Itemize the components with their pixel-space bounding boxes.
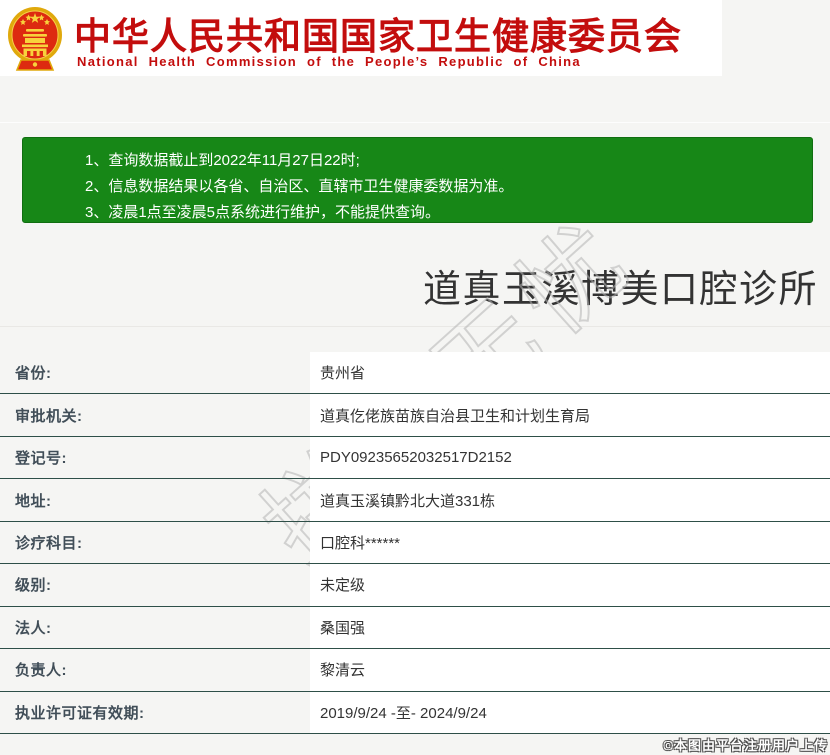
health-commission-query-page: 中华人民共和国国家卫生健康委员会 National Health Commiss… xyxy=(0,0,830,755)
license-details-table: 省份: 贵州省 审批机关: 道真仡佬族苗族自治县卫生和计划生育局 登记号: PD… xyxy=(0,352,830,734)
row-value: 桑国强 xyxy=(310,606,830,649)
table-row-level: 级别: 未定级 xyxy=(0,564,830,607)
row-label: 审批机关: xyxy=(15,407,83,425)
row-label: 级别: xyxy=(15,577,52,595)
row-value: 未定级 xyxy=(310,564,830,606)
table-row-registration-number: 登记号: PDY09235652032517D2152 xyxy=(0,436,830,480)
header-divider xyxy=(0,122,830,123)
notice-line-3: 3、凌晨1点至凌晨5点系统进行维护，不能提供查询。 xyxy=(85,204,441,221)
row-value: 黎清云 xyxy=(310,649,830,691)
table-row-license-validity: 执业许可证有效期: 2019/9/24 -至- 2024/9/24 xyxy=(0,691,830,734)
row-label: 负责人: xyxy=(15,662,67,680)
row-value: PDY09235652032517D2152 xyxy=(310,436,830,479)
table-row-address: 地址: 道真玉溪镇黔北大道331栋 xyxy=(0,479,830,522)
org-name-title: 道真玉溪博美口腔诊所 xyxy=(422,269,818,311)
photo-credit-watermark: ©本图由平台注册用户上传 xyxy=(663,738,828,753)
row-label: 执业许可证有效期: xyxy=(15,704,145,722)
table-row-medical-subjects: 诊疗科目: 口腔科****** xyxy=(0,521,830,565)
row-value: 道真玉溪镇黔北大道331栋 xyxy=(310,479,830,521)
commission-title-en: National Health Commission of the People… xyxy=(77,54,581,69)
row-label: 地址: xyxy=(15,492,52,510)
table-row-approval-authority: 审批机关: 道真仡佬族苗族自治县卫生和计划生育局 xyxy=(0,394,830,437)
row-value: 道真仡佬族苗族自治县卫生和计划生育局 xyxy=(310,394,830,436)
section-divider xyxy=(0,326,830,327)
notice-line-2: 2、信息数据结果以各省、自治区、直辖市卫生健康委数据为准。 xyxy=(85,178,514,195)
header-logo-banner: 中华人民共和国国家卫生健康委员会 National Health Commiss… xyxy=(0,0,722,76)
commission-title-cn: 中华人民共和国国家卫生健康委员会 xyxy=(74,16,682,57)
row-value: 2019/9/24 -至- 2024/9/24 xyxy=(310,691,830,733)
row-label: 法人: xyxy=(15,619,52,637)
table-row-person-in-charge: 负责人: 黎清云 xyxy=(0,649,830,692)
table-row-province: 省份: 贵州省 xyxy=(0,352,830,395)
row-label: 登记号: xyxy=(15,450,67,468)
row-value: 口腔科****** xyxy=(310,521,830,564)
notice-box: 1、查询数据截止到2022年11月27日22时; 2、信息数据结果以各省、自治区… xyxy=(22,137,813,223)
china-national-emblem-icon xyxy=(8,7,62,71)
row-value: 贵州省 xyxy=(310,352,830,394)
row-label: 省份: xyxy=(15,365,52,383)
table-row-legal-person: 法人: 桑国强 xyxy=(0,606,830,650)
row-label: 诊疗科目: xyxy=(15,534,83,552)
notice-line-1: 1、查询数据截止到2022年11月27日22时; xyxy=(85,152,360,169)
